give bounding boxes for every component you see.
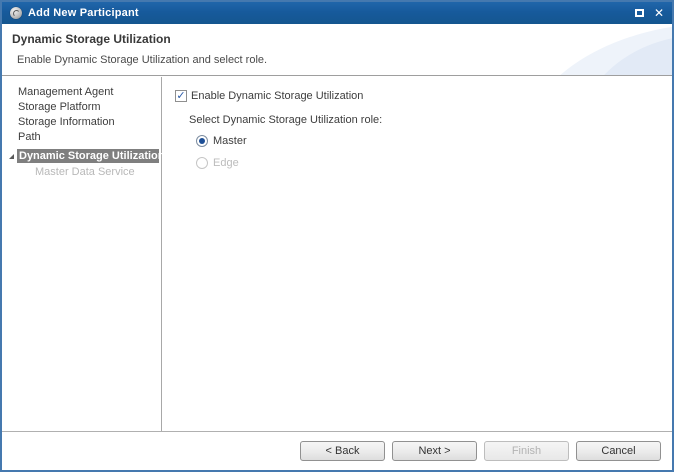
- role-prompt-label: Select Dynamic Storage Utilization role:: [189, 114, 672, 126]
- checkmark-icon: ✓: [176, 91, 185, 101]
- sidebar-item-dynamic-storage-utilization[interactable]: Dynamic Storage Utilization: [17, 149, 159, 163]
- sidebar-item-path[interactable]: Path: [2, 130, 161, 145]
- wizard-body: Management Agent Storage Platform Storag…: [2, 77, 672, 431]
- sidebar-item-management-agent[interactable]: Management Agent: [2, 85, 161, 100]
- app-icon: [10, 7, 22, 19]
- enable-dsu-checkbox[interactable]: ✓: [175, 90, 187, 102]
- radio-selected-dot: [199, 138, 205, 144]
- enable-dsu-checkbox-label[interactable]: Enable Dynamic Storage Utilization: [191, 90, 363, 102]
- master-radio-label[interactable]: Master: [213, 135, 247, 147]
- maximize-icon[interactable]: [635, 9, 644, 17]
- window-title: Add New Participant: [28, 7, 139, 19]
- master-radio[interactable]: [196, 135, 208, 147]
- cancel-button[interactable]: Cancel: [576, 441, 661, 461]
- page-subtitle: Enable Dynamic Storage Utilization and s…: [17, 54, 267, 66]
- radio-row-master: Master: [196, 135, 672, 147]
- titlebar[interactable]: Add New Participant ✕: [2, 2, 672, 24]
- sidebar-item-storage-platform[interactable]: Storage Platform: [2, 100, 161, 115]
- wizard-footer: < Back Next > Finish Cancel: [2, 431, 672, 470]
- back-button[interactable]: < Back: [300, 441, 385, 461]
- sidebar-item-label: Dynamic Storage Utilization: [19, 150, 164, 162]
- finish-button: Finish: [484, 441, 569, 461]
- add-new-participant-dialog: Add New Participant ✕ Dynamic Storage Ut…: [0, 0, 674, 472]
- edge-radio: [196, 157, 208, 169]
- radio-row-edge: Edge: [196, 157, 672, 169]
- page-title: Dynamic Storage Utilization: [12, 32, 171, 46]
- step-content: ✓ Enable Dynamic Storage Utilization Sel…: [162, 77, 672, 431]
- edge-radio-label: Edge: [213, 157, 239, 169]
- tree-expanded-icon[interactable]: [9, 154, 14, 159]
- enable-dsu-row: ✓ Enable Dynamic Storage Utilization: [175, 90, 672, 102]
- next-button[interactable]: Next >: [392, 441, 477, 461]
- sidebar-item-master-data-service: Master Data Service: [2, 165, 161, 180]
- sidebar-item-storage-information[interactable]: Storage Information: [2, 115, 161, 130]
- close-icon[interactable]: ✕: [654, 8, 664, 18]
- wizard-steps-sidebar: Management Agent Storage Platform Storag…: [2, 77, 162, 431]
- wizard-header: Dynamic Storage Utilization Enable Dynam…: [2, 24, 672, 76]
